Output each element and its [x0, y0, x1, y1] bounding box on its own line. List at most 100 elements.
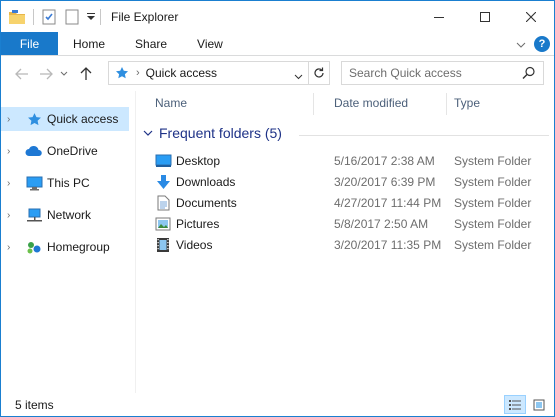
- back-button[interactable]: [11, 63, 33, 85]
- status-bar: 5 items: [1, 393, 554, 416]
- tab-home[interactable]: Home: [58, 32, 120, 55]
- details-view-icon: [509, 399, 521, 410]
- file-name: Documents: [176, 195, 237, 210]
- homegroup-icon: [25, 238, 43, 256]
- properties-icon[interactable]: [40, 8, 58, 26]
- sidebar-item-label: Network: [47, 208, 92, 222]
- refresh-icon: [314, 67, 324, 78]
- large-icons-view-button[interactable]: [528, 395, 550, 414]
- toolbar-divider: [100, 8, 101, 25]
- chevron-right-icon[interactable]: ›: [7, 146, 19, 157]
- cloud-icon: [25, 142, 43, 160]
- column-divider[interactable]: [313, 93, 314, 115]
- close-button[interactable]: [508, 1, 554, 32]
- new-folder-icon[interactable]: [63, 8, 81, 26]
- navigation-pane: › Quick access › OneDrive › This PC › Ne…: [1, 91, 136, 393]
- navigation-bar: › Quick access: [1, 57, 554, 90]
- breadcrumb-quick-access[interactable]: Quick access: [146, 66, 217, 80]
- star-icon: [115, 66, 129, 80]
- back-arrow-icon: [15, 68, 28, 79]
- search-box[interactable]: [341, 61, 544, 85]
- file-date: 3/20/2017 11:35 PM: [334, 237, 442, 252]
- maximize-button[interactable]: [462, 1, 508, 32]
- recent-locations-button[interactable]: [57, 63, 71, 85]
- large-icons-view-icon: [533, 399, 545, 410]
- list-item[interactable]: Downloads 3/20/2017 6:39 PM System Folde…: [154, 171, 544, 192]
- view-switcher: [502, 395, 550, 414]
- group-divider: [299, 135, 549, 136]
- expand-ribbon-icon[interactable]: [516, 37, 526, 51]
- breadcrumb-separator-icon: ›: [136, 67, 140, 79]
- network-icon: [25, 206, 43, 224]
- file-type: System Folder: [454, 237, 532, 252]
- quick-access-toolbar: File Explorer: [1, 1, 178, 32]
- address-bar[interactable]: › Quick access: [108, 61, 330, 85]
- title-bar: File Explorer: [1, 1, 554, 32]
- computer-icon: [25, 174, 43, 192]
- chevron-down-icon: [60, 71, 68, 76]
- help-button[interactable]: ?: [534, 36, 550, 52]
- customize-toolbar-icon[interactable]: [86, 8, 96, 26]
- list-item[interactable]: Desktop 5/16/2017 2:38 AM System Folder: [154, 150, 544, 171]
- sidebar-item-label: Quick access: [47, 112, 119, 126]
- chevron-right-icon[interactable]: ›: [7, 178, 19, 189]
- file-date: 5/8/2017 2:50 AM: [334, 216, 429, 231]
- details-view-button[interactable]: [504, 395, 526, 414]
- column-header-type[interactable]: Type: [454, 91, 480, 115]
- refresh-button[interactable]: [308, 62, 329, 84]
- column-header-name[interactable]: Name: [155, 91, 187, 115]
- ribbon-tabs: File Home Share View ?: [1, 32, 554, 56]
- file-list: Name Date modified Type Frequent folders…: [137, 91, 554, 393]
- address-dropdown-icon[interactable]: [294, 69, 303, 83]
- documents-icon: [154, 194, 172, 212]
- chevron-right-icon[interactable]: ›: [7, 210, 19, 221]
- file-type: System Folder: [454, 216, 532, 231]
- file-date: 4/27/2017 11:44 PM: [334, 195, 442, 210]
- minimize-icon: [434, 16, 444, 18]
- tab-file[interactable]: File: [1, 32, 58, 55]
- forward-arrow-icon: [40, 68, 53, 79]
- tab-view[interactable]: View: [182, 32, 238, 55]
- sidebar-item-quick-access[interactable]: › Quick access: [1, 107, 129, 131]
- chevron-right-icon[interactable]: ›: [7, 114, 19, 125]
- list-item[interactable]: Documents 4/27/2017 11:44 PM System Fold…: [154, 192, 544, 213]
- group-label: Frequent folders (5): [159, 125, 282, 141]
- search-icon[interactable]: [522, 66, 536, 83]
- file-name: Videos: [176, 237, 213, 252]
- sidebar-item-onedrive[interactable]: › OneDrive: [1, 139, 129, 163]
- list-item[interactable]: Videos 3/20/2017 11:35 PM System Folder: [154, 234, 544, 255]
- toolbar-divider: [33, 8, 34, 25]
- file-date: 3/20/2017 6:39 PM: [334, 174, 436, 189]
- star-icon: [25, 110, 43, 128]
- file-date: 5/16/2017 2:38 AM: [334, 153, 435, 168]
- tab-share[interactable]: Share: [120, 32, 182, 55]
- up-arrow-icon: [80, 66, 92, 80]
- up-button[interactable]: [75, 63, 97, 85]
- search-input[interactable]: [349, 66, 519, 80]
- column-divider[interactable]: [446, 93, 447, 115]
- sidebar-item-homegroup[interactable]: › Homegroup: [1, 235, 129, 259]
- downloads-icon: [154, 173, 172, 191]
- file-type: System Folder: [454, 153, 532, 168]
- sidebar-item-network[interactable]: › Network: [1, 203, 129, 227]
- desktop-icon: [154, 152, 172, 170]
- chevron-right-icon[interactable]: ›: [7, 242, 19, 253]
- forward-button[interactable]: [35, 63, 57, 85]
- file-type: System Folder: [454, 195, 532, 210]
- file-type: System Folder: [454, 174, 532, 189]
- file-name: Downloads: [176, 174, 236, 189]
- sidebar-item-label: Homegroup: [47, 240, 110, 254]
- chevron-down-icon[interactable]: [143, 130, 153, 137]
- sidebar-item-this-pc[interactable]: › This PC: [1, 171, 129, 195]
- videos-icon: [154, 236, 172, 254]
- close-icon: [526, 11, 536, 22]
- list-item[interactable]: Pictures 5/8/2017 2:50 AM System Folder: [154, 213, 544, 234]
- maximize-icon: [480, 11, 490, 22]
- window-title: File Explorer: [111, 9, 179, 24]
- column-header-date-modified[interactable]: Date modified: [334, 91, 408, 115]
- pictures-icon: [154, 215, 172, 233]
- file-explorer-window: File Explorer File Home Share View ? › Q…: [0, 0, 555, 417]
- file-name: Pictures: [176, 216, 220, 231]
- group-header-frequent-folders[interactable]: Frequent folders (5): [143, 125, 282, 141]
- minimize-button[interactable]: [416, 1, 462, 32]
